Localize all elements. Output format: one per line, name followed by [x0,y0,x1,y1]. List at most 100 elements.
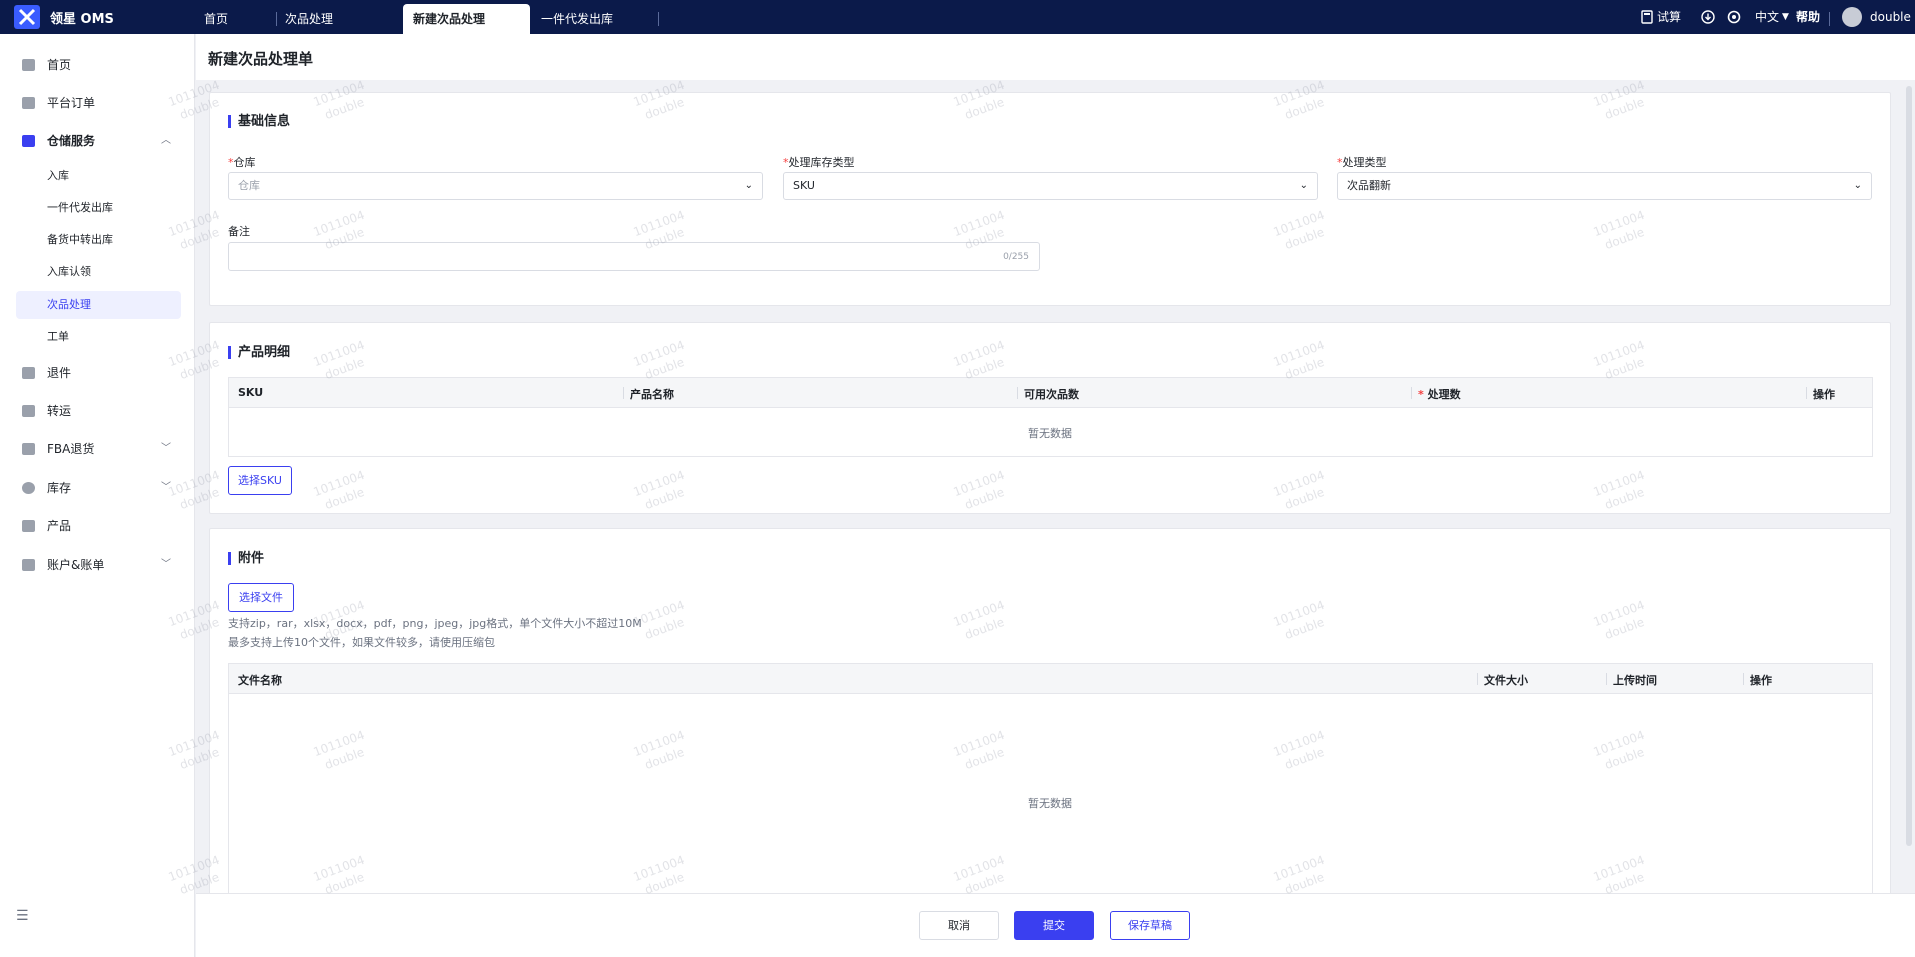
sidebar-item-home[interactable]: 首页 [0,51,195,79]
column-header-actions: 操作 [1813,388,1835,401]
inventory-type-label: *处理库存类型 [783,156,855,169]
sidebar-item-products[interactable]: 产品 [0,512,195,540]
user-avatar[interactable] [1842,7,1862,27]
column-header-actions: 操作 [1750,674,1772,687]
collapse-sidebar-icon[interactable]: ☰ [16,908,29,924]
empty-state-text: 暂无数据 [1028,427,1072,440]
sidebar-subitem-transfer-outbound[interactable]: 备货中转出库 [16,226,181,254]
sidebar-item-label: FBA退货 [47,442,95,456]
page-header: 新建次品处理单 [196,34,1915,80]
submit-button[interactable]: 提交 [1014,911,1094,940]
shield-icon [22,559,35,571]
home-icon [22,59,35,71]
sidebar-item-transfer[interactable]: 转运 [0,397,195,425]
sidebar-item-warehouse-services[interactable]: 仓储服务 ︿ [0,127,195,155]
page-title: 新建次品处理单 [208,50,314,68]
sidebar-navigation: 首页 平台订单 仓储服务 ︿ 入库 一件代发出库 备货中转出库 入库认领 次品处… [0,34,195,957]
column-divider [1806,387,1807,399]
tab-defective-processing[interactable]: 次品处理 [275,4,343,34]
product-detail-card: 产品明细 SKU 产品名称 可用次品数 * 处理数 操作 暂无数据 选择SKU [209,322,1891,514]
sidebar-subitem-inbound-claim[interactable]: 入库认领 [16,258,181,286]
toolbar-divider [1829,12,1830,26]
tab-home[interactable]: 首页 [194,4,238,34]
app-name: 领星 OMS [50,12,114,27]
language-selector[interactable]: 中文 [1755,0,1779,34]
calculator-icon[interactable] [1640,10,1654,24]
remark-textarea[interactable]: 0/255 [228,242,1040,271]
sidebar-item-label: 库存 [47,481,72,495]
sidebar-item-platform-orders[interactable]: 平台订单 [0,89,195,117]
sidebar-item-label: 产品 [47,519,72,533]
attachment-card: 附件 选择文件 支持zip，rar，xlsx，docx，pdf，png，jpeg… [209,528,1891,899]
product-table: SKU 产品名称 可用次品数 * 处理数 操作 暂无数据 [228,377,1873,457]
inventory-type-value: SKU [793,179,815,192]
column-divider [1606,673,1607,685]
sidebar-item-label: 账户&账单 [47,558,105,572]
column-header-available-defective: 可用次品数 [1024,388,1079,401]
inventory-type-select[interactable]: SKU ⌄ [783,172,1318,200]
chevron-down-icon[interactable]: ▼ [1782,0,1789,34]
app-logo-icon[interactable] [14,5,40,29]
truck-icon [22,367,35,379]
attachment-table: 文件名称 文件大小 上传时间 操作 暂无数据 [228,663,1873,899]
sidebar-item-label: 退件 [47,366,72,380]
sidebar-item-returns[interactable]: 退件 [0,359,195,387]
sidebar-item-fba-returns[interactable]: FBA退货 ﹀ [0,435,195,463]
sidebar-item-inventory[interactable]: 库存 ﹀ [0,474,195,502]
product-table-header: SKU 产品名称 可用次品数 * 处理数 操作 [229,378,1872,408]
tab-new-defective-processing[interactable]: 新建次品处理 [403,4,530,34]
remark-label: 备注 [228,225,250,238]
save-draft-button[interactable]: 保存草稿 [1110,911,1190,940]
empty-state-text: 暂无数据 [1028,797,1072,810]
select-sku-button[interactable]: 选择SKU [228,466,292,495]
user-name[interactable]: double [1870,0,1911,34]
select-file-button[interactable]: 选择文件 [228,583,294,612]
column-header-file-size: 文件大小 [1484,674,1528,687]
section-title-basic-info: 基础信息 [228,115,290,128]
page-scrollbar[interactable] [1906,86,1912,846]
truck-icon [22,405,35,417]
column-header-sku: SKU [238,386,264,399]
remark-char-count: 0/255 [1003,252,1029,262]
sidebar-item-label: 首页 [47,58,72,72]
process-type-select[interactable]: 次品翻新 ⌄ [1337,172,1872,200]
upload-count-hint: 最多支持上传10个文件，如果文件较多，请使用压缩包 [228,636,495,649]
chevron-down-icon: ⌄ [1853,180,1862,191]
shield-icon [22,97,35,109]
basic-info-card: 基础信息 *仓库 仓库 ⌄ *处理库存类型 SKU ⌄ *处理类型 次品翻新 ⌄… [209,92,1891,306]
chevron-down-icon: ⌄ [744,180,753,191]
sidebar-subitem-dropship-outbound[interactable]: 一件代发出库 [16,194,181,222]
tab-divider [658,12,659,26]
warehouse-select[interactable]: 仓库 ⌄ [228,172,763,200]
attachment-table-header: 文件名称 文件大小 上传时间 操作 [229,664,1872,694]
process-type-label: *处理类型 [1337,156,1387,169]
chevron-down-icon: ⌄ [1299,180,1308,191]
trial-calc-link[interactable]: 试算 [1657,0,1681,34]
top-navigation-bar: 领星 OMS 首页 次品处理 新建次品处理 一件代发出库 试算 中文 ▼ 帮助 … [0,0,1915,34]
column-divider [1477,673,1478,685]
sidebar-item-account-billing[interactable]: 账户&账单 ﹀ [0,551,195,579]
form-footer: 取消 提交 保存草稿 [196,893,1915,957]
cancel-button[interactable]: 取消 [919,911,999,940]
section-title-products: 产品明细 [228,346,290,359]
sidebar-subitem-inbound[interactable]: 入库 [16,162,181,190]
column-divider [623,387,624,399]
sidebar-subitem-defective-processing[interactable]: 次品处理 [16,291,181,319]
download-icon[interactable] [1701,10,1715,24]
chevron-down-icon: ﹀ [161,482,171,493]
column-divider [1743,673,1744,685]
column-header-file-name: 文件名称 [238,674,282,687]
settings-gear-icon[interactable] [1727,10,1741,24]
sidebar-item-label: 仓储服务 [47,134,96,148]
tab-dropship-outbound[interactable]: 一件代发出库 [531,4,623,34]
column-header-product-name: 产品名称 [630,388,674,401]
warehouse-placeholder: 仓库 [238,179,260,192]
column-header-upload-time: 上传时间 [1613,674,1657,687]
chevron-up-icon: ︿ [161,135,171,146]
warehouse-label: *仓库 [228,156,256,169]
warehouse-icon [22,135,35,147]
help-link[interactable]: 帮助 [1796,0,1820,34]
chevron-down-icon: ﹀ [161,559,171,570]
sidebar-subitem-work-order[interactable]: 工单 [16,323,181,351]
process-type-value: 次品翻新 [1347,179,1391,192]
